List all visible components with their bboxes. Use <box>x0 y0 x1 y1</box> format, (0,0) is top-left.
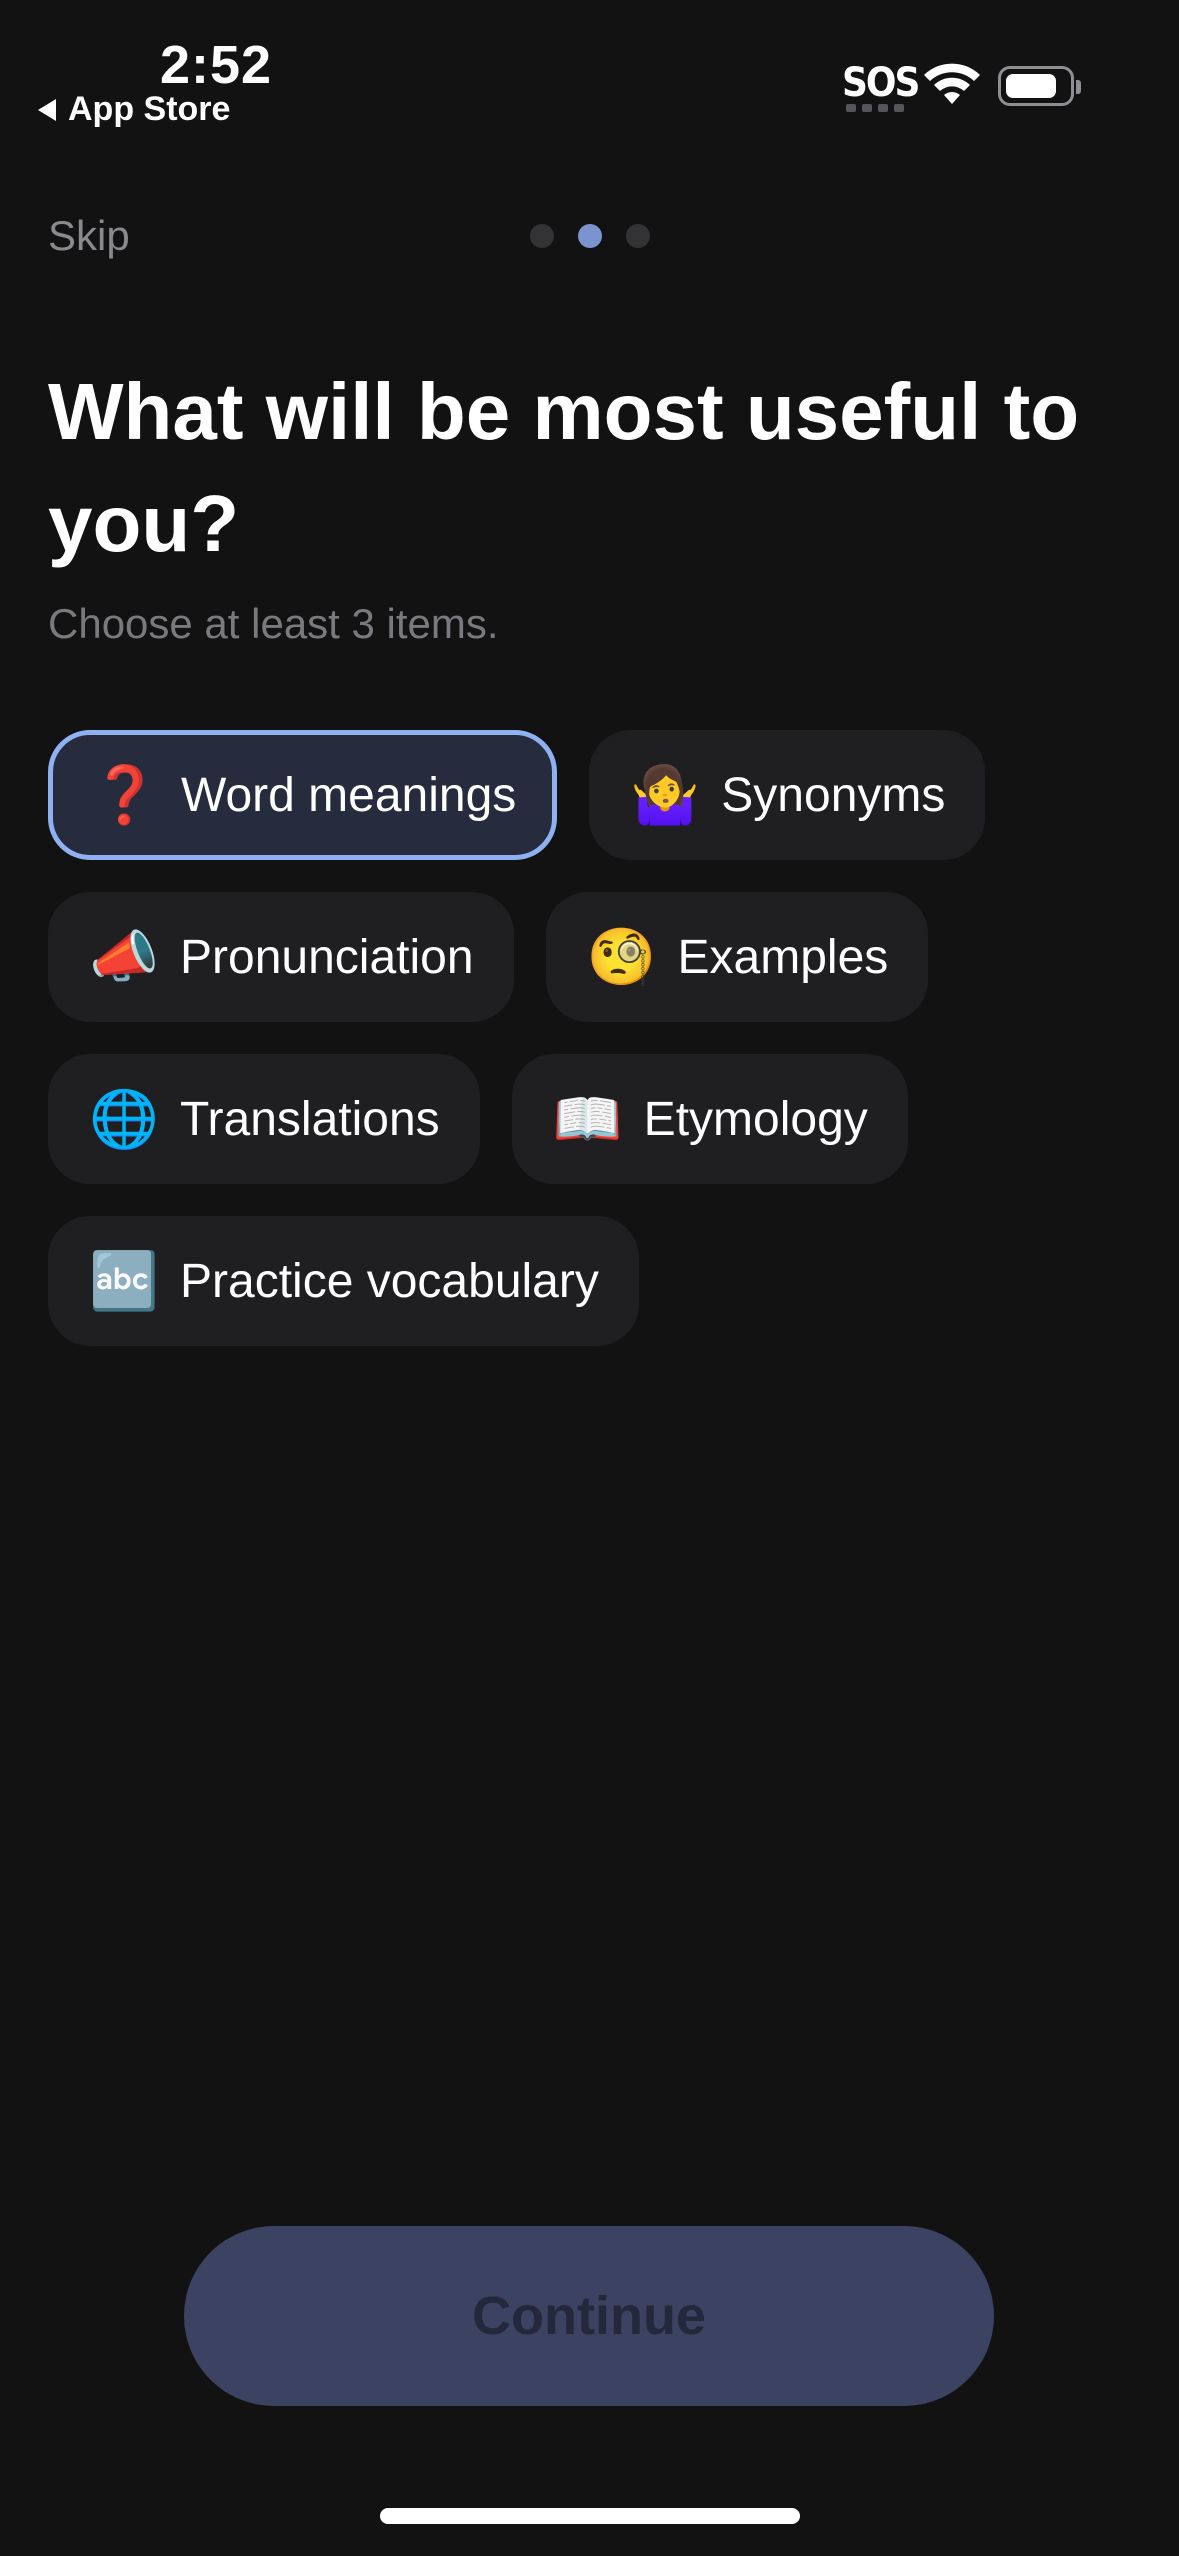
page-indicator <box>530 224 650 248</box>
question-mark-icon: ❓ <box>90 763 160 826</box>
skip-button[interactable]: Skip <box>48 212 130 260</box>
option-translations[interactable]: 🌐 Translations <box>48 1054 480 1184</box>
option-examples[interactable]: 🧐 Examples <box>545 892 929 1022</box>
page-dot-2 <box>578 224 602 248</box>
home-indicator[interactable] <box>380 2508 800 2524</box>
signal-dots-icon <box>846 104 904 112</box>
option-synonyms[interactable]: 🤷‍♀️ Synonyms <box>589 730 986 860</box>
option-practice-vocabulary[interactable]: 🔤 Practice vocabulary <box>48 1216 639 1346</box>
option-label: Practice vocabulary <box>180 1254 599 1308</box>
option-label: Pronunciation <box>180 930 474 984</box>
back-label: App Store <box>68 90 231 128</box>
open-book-icon: 📖 <box>552 1087 623 1150</box>
option-label: Examples <box>677 930 889 984</box>
shrug-icon: 🤷‍♀️ <box>630 763 701 826</box>
wifi-icon <box>924 63 980 104</box>
back-triangle-icon <box>38 98 56 121</box>
option-label: Etymology <box>643 1092 868 1146</box>
monocle-face-icon: 🧐 <box>586 925 657 988</box>
page-subtitle: Choose at least 3 items. <box>48 600 499 647</box>
option-label: Translations <box>180 1092 440 1146</box>
option-label: Synonyms <box>721 768 946 822</box>
option-chips: ❓ Word meanings 🤷‍♀️ Synonyms 📣 Pronunci… <box>48 730 1148 1378</box>
battery-icon <box>998 66 1081 106</box>
back-to-app-store-button[interactable]: App Store <box>38 90 230 129</box>
page-title: What will be most useful to you? <box>48 367 1080 568</box>
status-time: 2:52 <box>160 35 273 95</box>
option-pronunciation[interactable]: 📣 Pronunciation <box>48 892 514 1022</box>
megaphone-icon: 📣 <box>89 925 159 988</box>
page-dot-1 <box>530 224 554 248</box>
globe-icon: 🌐 <box>89 1087 159 1150</box>
option-label: Word meanings <box>181 768 517 822</box>
continue-button[interactable]: Continue <box>184 2226 994 2406</box>
sos-indicator: SOS <box>842 60 920 106</box>
abc-icon: 🔤 <box>89 1249 159 1312</box>
option-word-meanings[interactable]: ❓ Word meanings <box>48 730 558 860</box>
page-dot-3 <box>626 224 650 248</box>
option-etymology[interactable]: 📖 Etymology <box>511 1054 908 1184</box>
